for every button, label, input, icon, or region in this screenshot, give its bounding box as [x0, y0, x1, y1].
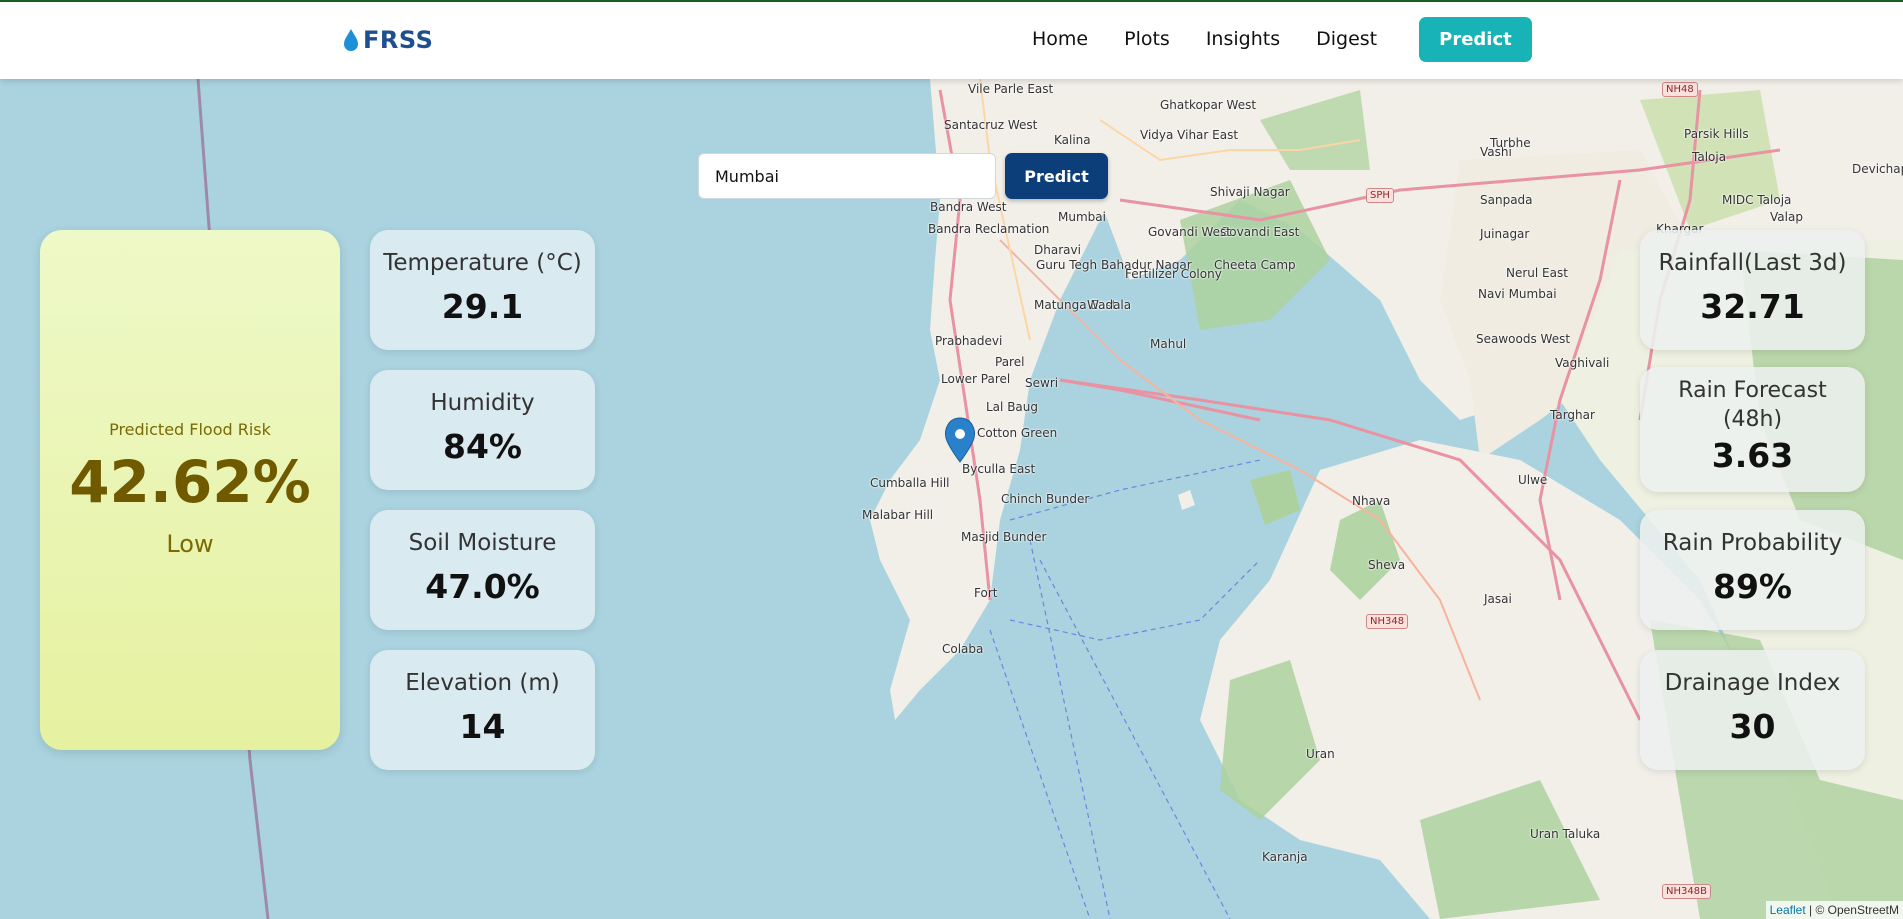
map-place-label: Masjid Bunder — [961, 530, 1047, 544]
map-place-label: Lower Parel — [941, 372, 1011, 386]
stat-label: Rain Forecast (48h) — [1678, 378, 1827, 432]
map-place-label: Uran Taluka — [1530, 827, 1601, 841]
stat-card-soil-moisture: Soil Moisture 47.0% — [370, 510, 595, 630]
stat-label: Temperature (°C) — [383, 250, 582, 276]
stat-value: 14 — [459, 706, 506, 746]
map-place-label: Prabhadevi — [935, 334, 1003, 348]
stat-value: 32.71 — [1700, 286, 1805, 326]
map-place-label: Cotton Green — [977, 426, 1058, 440]
navbar: FRSS Home Plots Insights Digest Predict — [0, 0, 1903, 79]
map-attribution: Leaflet | © OpenStreetM — [1765, 901, 1903, 919]
stat-value: 84% — [443, 426, 522, 466]
map-place-label: Dharavi — [1034, 243, 1081, 257]
map-place-label: Fort — [974, 586, 998, 600]
stat-label: Rainfall(Last 3d) — [1658, 250, 1847, 276]
map-place-label: Seawoods West — [1476, 332, 1571, 346]
risk-value: 42.62% — [69, 448, 311, 516]
map-place-label: Sanpada — [1480, 193, 1533, 207]
brand-name: FRSS — [363, 26, 434, 54]
map-place-label: Vidya Vihar East — [1140, 128, 1239, 142]
map-place-label: Ghatkopar West — [1160, 98, 1257, 112]
map-place-label: Wadala — [1087, 298, 1132, 312]
map-place-label: Lal Baug — [986, 400, 1038, 414]
stat-value: 29.1 — [441, 286, 524, 326]
map-place-label: Sewri — [1025, 376, 1059, 390]
map-place-label: Byculla East — [962, 462, 1036, 476]
stat-card-humidity: Humidity 84% — [370, 370, 595, 490]
map-place-label: Govandi East — [1220, 225, 1300, 239]
map-place-label: Uran — [1306, 747, 1335, 761]
stat-value: 47.0% — [425, 566, 540, 606]
nav-links: Home Plots Insights Digest Predict — [1014, 16, 1532, 62]
map-place-label: Karanja — [1262, 850, 1308, 864]
map-place-label: Santacruz West — [944, 118, 1038, 132]
risk-label: Predicted Flood Risk — [109, 420, 271, 439]
map-place-label: Devichapada — [1852, 162, 1903, 176]
brand-logo[interactable]: FRSS — [342, 26, 433, 54]
map-place-label: Govandi West — [1148, 225, 1231, 239]
stat-value: 3.63 — [1711, 436, 1794, 476]
stat-value: 30 — [1729, 706, 1776, 746]
stat-label: Elevation (m) — [405, 670, 560, 696]
osm-attribution[interactable]: | © OpenStreetM — [1809, 903, 1899, 917]
map-place-label: Navi Mumbai — [1478, 287, 1557, 301]
map-place-label: Mumbai — [1058, 210, 1106, 224]
map-place-label: Cheeta Camp — [1214, 258, 1296, 272]
stat-label: Humidity — [430, 390, 535, 416]
stat-card-rain-probability: Rain Probability 89% — [1640, 510, 1865, 630]
map-road-shield: NH48 — [1662, 82, 1698, 97]
map-place-label: Bandra West — [930, 200, 1007, 214]
map-place-label: Jasai — [1484, 592, 1512, 606]
nav-plots[interactable]: Plots — [1106, 16, 1188, 62]
map-place-label: Shivaji Nagar — [1210, 185, 1290, 199]
stat-card-temperature: Temperature (°C) 29.1 — [370, 230, 595, 350]
nav-insights[interactable]: Insights — [1188, 16, 1298, 62]
map-place-label: Fertilizer Colony — [1125, 267, 1222, 281]
map-place-label: Valap — [1770, 210, 1803, 224]
search-predict-button[interactable]: Predict — [1005, 153, 1108, 199]
map-road-shield: NH348 — [1366, 614, 1409, 629]
map-place-label: Malabar Hill — [862, 508, 934, 522]
risk-level: Low — [166, 530, 214, 558]
stat-label: Rain Probability — [1662, 530, 1843, 556]
map-place-label: Colaba — [942, 642, 984, 656]
map-place-label: Parsik Hills — [1684, 127, 1749, 141]
map-place-label: Sheva — [1368, 558, 1406, 572]
stat-card-rain-forecast: Rain Forecast (48h) 3.63 — [1640, 367, 1865, 492]
nav-predict-button[interactable]: Predict — [1419, 16, 1532, 62]
map-place-label: Ulwe — [1518, 473, 1548, 487]
map-place-label: Vile Parle East — [968, 82, 1054, 96]
stat-value: 89% — [1713, 566, 1792, 606]
map-road-shield: SPH — [1366, 188, 1394, 203]
map-place-label: Cumballa Hill — [870, 476, 950, 490]
map-place-label: Nerul East — [1506, 266, 1568, 280]
location-search-input[interactable] — [698, 153, 996, 199]
map-place-label: Nhava — [1352, 494, 1391, 508]
leaflet-link[interactable]: Leaflet — [1770, 903, 1806, 917]
map-road-shield: NH348B — [1662, 884, 1711, 899]
stat-label: Soil Moisture — [408, 530, 557, 556]
map-place-label: Juinagar — [1480, 227, 1530, 241]
map-place-label: Kalina — [1054, 133, 1091, 147]
map-place-label: MIDC Taloja — [1722, 193, 1792, 207]
stat-card-drainage-index: Drainage Index 30 — [1640, 650, 1865, 770]
map-place-label: Turbhe — [1490, 136, 1531, 150]
nav-home[interactable]: Home — [1014, 16, 1106, 62]
map-place-label: Bandra Reclamation — [928, 222, 1050, 236]
nav-digest[interactable]: Digest — [1298, 16, 1395, 62]
stat-card-rainfall: Rainfall(Last 3d) 32.71 — [1640, 230, 1865, 350]
map-place-label: Taloja — [1692, 150, 1727, 164]
water-drop-icon — [344, 29, 358, 51]
map-place-label: Chinch Bunder — [1001, 492, 1090, 506]
map-place-label: Targhar — [1550, 408, 1595, 422]
map-place-label: Mahul — [1150, 337, 1187, 351]
flood-risk-card: Predicted Flood Risk 42.62% Low — [40, 230, 340, 750]
stat-label: Drainage Index — [1664, 670, 1841, 696]
map-place-label: Vaghivali — [1555, 356, 1610, 370]
map-place-label: Parel — [995, 355, 1025, 369]
stat-card-elevation: Elevation (m) 14 — [370, 650, 595, 770]
